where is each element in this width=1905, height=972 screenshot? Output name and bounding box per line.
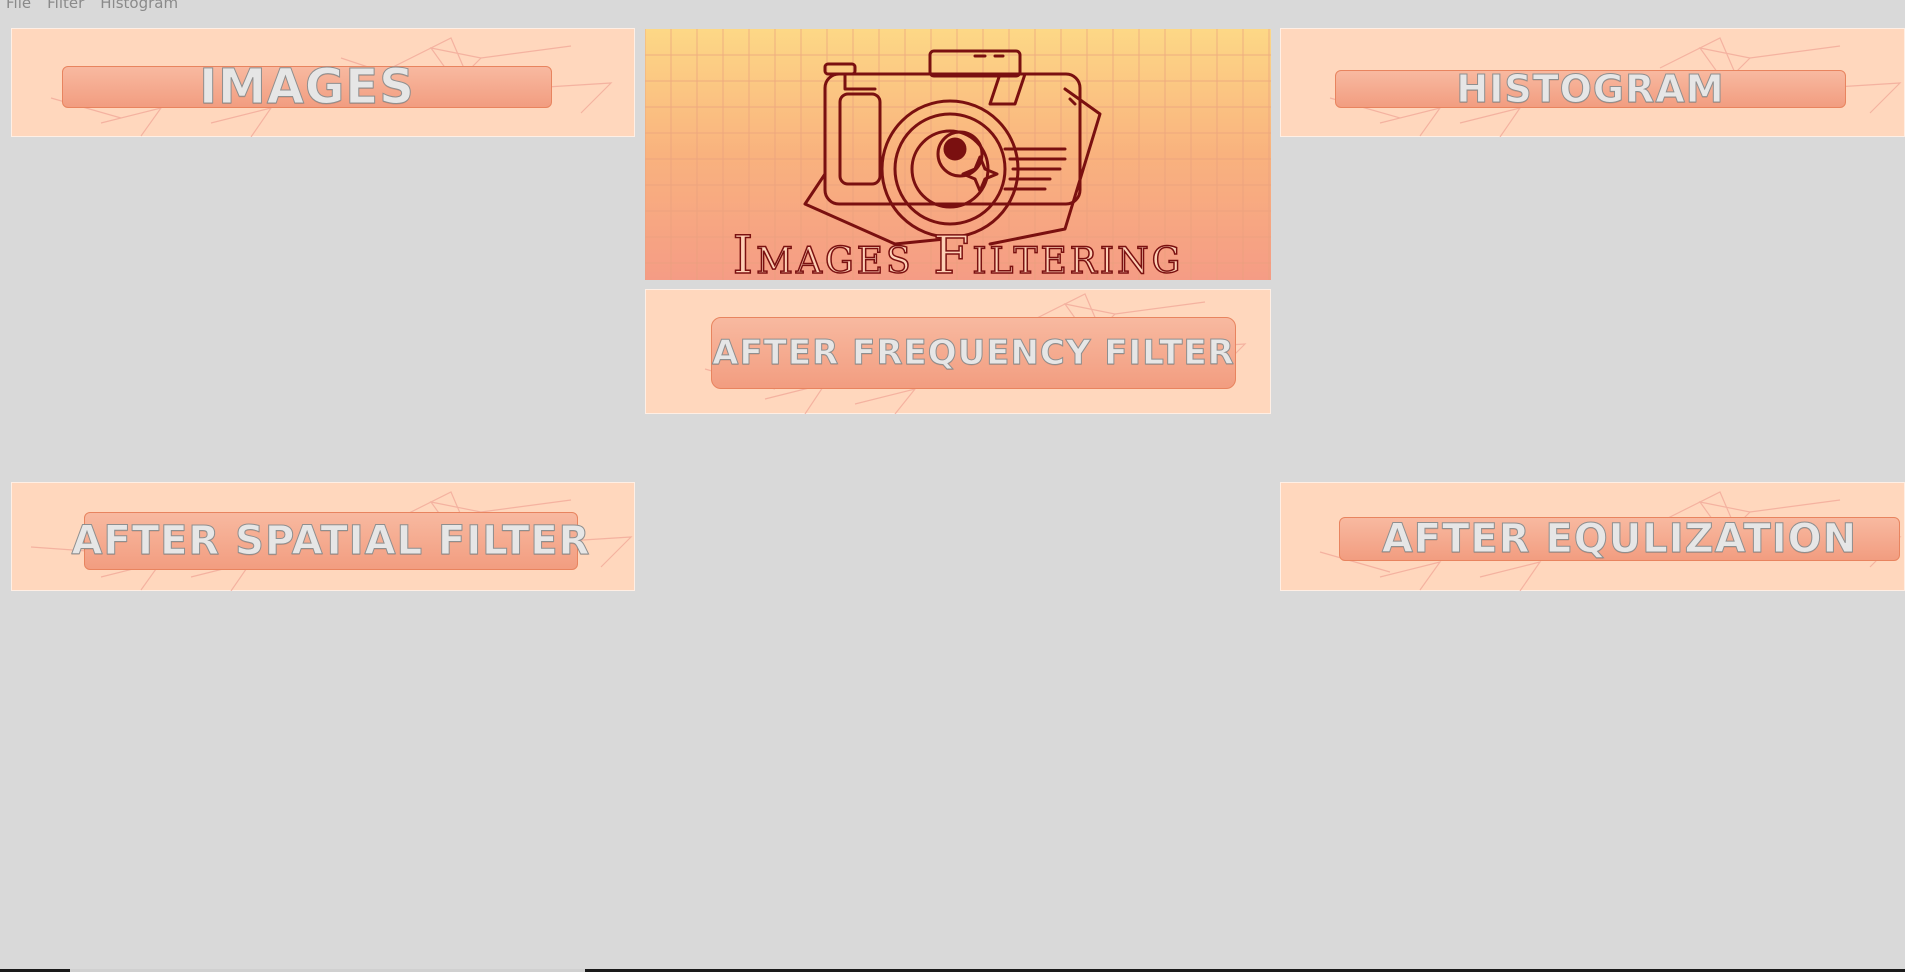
menu-bar: File Filter Histogram — [0, 0, 178, 12]
menu-file[interactable]: File — [6, 0, 31, 12]
after-equalization-button[interactable]: AFTER EQULIZATION — [1339, 516, 1900, 563]
main-window: File Filter Histogram IMAGES Images Filt… — [0, 0, 1905, 972]
histogram-button[interactable]: HISTOGRAM — [1335, 67, 1846, 112]
app-logo: Images Filtering — [645, 29, 1271, 280]
menu-histogram[interactable]: Histogram — [100, 0, 178, 12]
menu-filter[interactable]: Filter — [47, 0, 84, 12]
histogram-panel: HISTOGRAM — [1280, 28, 1905, 137]
images-button[interactable]: IMAGES — [62, 59, 552, 116]
images-panel: IMAGES — [11, 28, 635, 137]
logo-title: Images Filtering — [732, 225, 1184, 280]
spatial-filter-panel: AFTER SPATIAL FILTER — [11, 482, 635, 591]
after-frequency-filter-button[interactable]: AFTER FREQUENCY FILTER — [711, 317, 1236, 389]
equalization-panel: AFTER EQULIZATION — [1280, 482, 1905, 591]
frequency-filter-panel: AFTER FREQUENCY FILTER — [645, 289, 1271, 414]
after-spatial-filter-button[interactable]: AFTER SPATIAL FILTER — [71, 512, 590, 570]
